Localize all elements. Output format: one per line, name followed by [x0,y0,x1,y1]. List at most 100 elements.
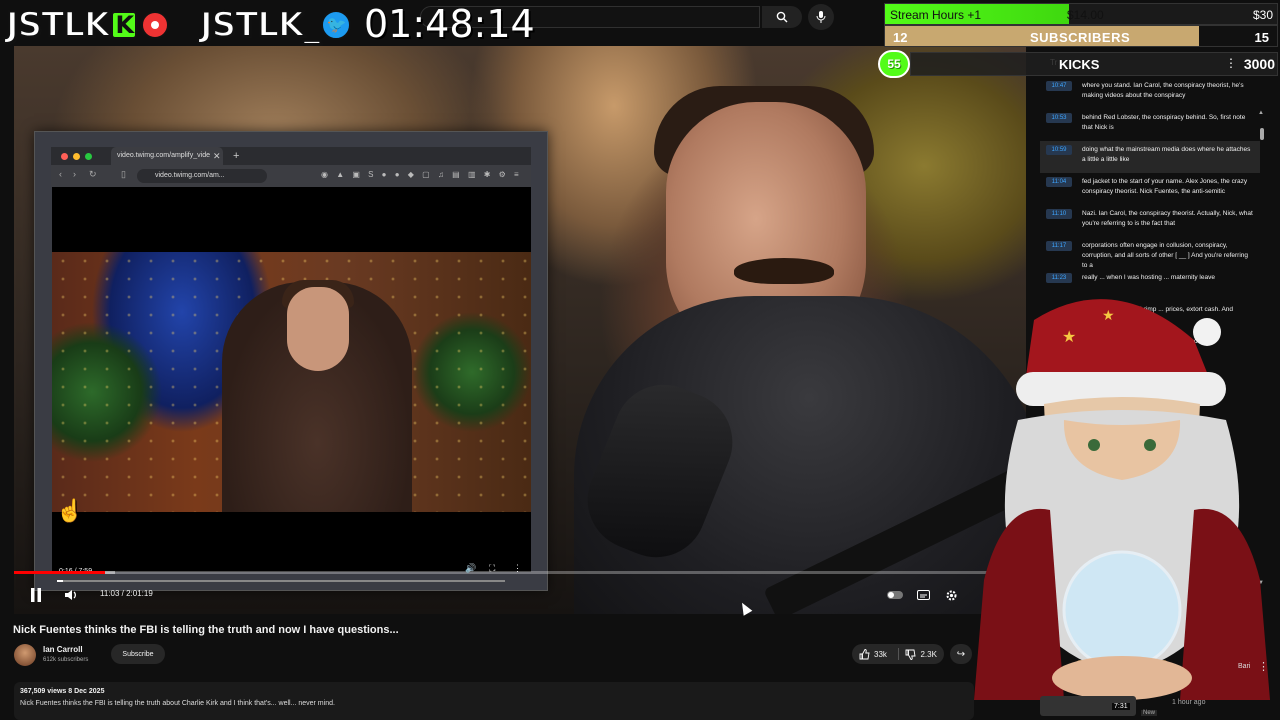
up-next-new-badge: New [1141,710,1158,716]
logo-text-2: JSTLK_ [199,4,321,46]
kicks-goal: KICKS ⋮ 3000 [910,52,1278,76]
presenter-face [287,287,349,371]
kick-logo-icon: K [111,11,138,39]
stream-hours-label: Stream Hours +1 [890,8,982,22]
thumbs-down-icon [906,649,917,660]
record-icon [141,11,170,39]
minimize-dot-icon[interactable] [73,153,80,160]
stream-hours-max: $30 [1252,8,1273,22]
transcript-text: behind Red Lobster, the conspiracy behin… [1082,114,1246,131]
santa-mascot-illustration: ★ ★ [974,299,1270,700]
jstlk-twitter-logo: JSTLK_ 🐦 [199,4,352,46]
up-next-more-icon[interactable]: ⋮ [1258,660,1269,673]
subscriber-goal-target: 15 [1254,30,1269,45]
search-button[interactable] [762,6,802,28]
transcript-timestamp[interactable]: 11:04 [1046,177,1072,187]
embedded-browser-window: video.twimg.com/amplify_vide ✕ + ‹ › ↻ ▯… [34,131,548,591]
transcript-scrollbar[interactable] [1260,128,1264,140]
up-next-time-ago: 1 hour ago [1172,699,1206,706]
browser-toolbar: ‹ › ↻ ▯ video.twimg.com/am... ◉ ▲ ▣ S ● … [51,165,531,187]
close-tab-icon[interactable]: ✕ [213,147,221,165]
embedded-video-progress[interactable] [57,580,505,582]
forward-icon[interactable]: › [73,169,76,179]
up-next-channel[interactable]: Bari [1238,663,1250,670]
like-button[interactable]: 33k [852,648,898,660]
christmas-background [52,252,531,512]
back-icon[interactable]: ‹ [59,169,62,179]
transcript-text: Nazi. Ian Carol, the conspiracy theorist… [1082,210,1253,227]
close-dot-icon[interactable] [61,153,68,160]
dislike-count: 2.3K [920,649,937,659]
subscribe-button[interactable]: Subscribe [111,644,165,664]
thumbs-up-icon [859,648,870,659]
svg-text:★: ★ [1102,308,1115,324]
bookmark-icon[interactable]: ▯ [121,169,126,180]
browser-tab-label: video.twimg.com/amplify_vide [117,152,210,159]
more-vert-icon[interactable]: ⋮ [1225,56,1237,70]
subscriber-goal: 12 SUBSCRIBERS 15 [884,25,1278,47]
player-time: 11:03 / 2:01:19 [100,589,153,598]
transcript-timestamp[interactable]: 10:47 [1046,81,1072,91]
scroll-up-icon[interactable]: ▲ [1258,110,1264,116]
channel-avatar[interactable] [14,644,36,666]
progress-played [14,571,106,574]
up-next-duration: 7:31 [1112,703,1130,710]
transcript-timestamp[interactable]: 10:53 [1046,113,1072,123]
reload-icon[interactable]: ↻ [89,169,97,180]
stream-timer: 01:48:14 [364,2,535,46]
search-icon [776,11,788,23]
dislike-button[interactable]: 2.3K [898,649,944,660]
pause-button[interactable] [26,585,46,605]
volume-icon [65,590,76,600]
description-box[interactable]: 367,509 views 8 Dec 2025 Nick Fuentes th… [14,682,974,720]
transcript-row[interactable]: 10:47 where you stand. Ian Carol, the con… [1040,77,1260,109]
stream-hours-amount: $14.00 [1067,8,1104,22]
stream-hours-goal: Stream Hours +1 $14.00 $30 [884,3,1278,25]
twitter-bird-icon: 🐦 [321,10,352,40]
transcript-row[interactable]: 11:17 corporations often engage in collus… [1040,237,1260,269]
kicks-label: KICKS [1059,57,1100,72]
like-count: 33k [874,649,887,659]
voice-search-button[interactable] [808,4,834,30]
new-tab-icon[interactable]: + [233,147,239,165]
transcript-row[interactable]: 11:10 Nazi. Ian Carol, the conspiracy the… [1040,205,1260,237]
views-and-date: 367,509 views 8 Dec 2025 [20,688,105,695]
logo-text: JSTLK [5,4,111,46]
embedded-video[interactable] [52,187,531,572]
browser-tab-strip: video.twimg.com/amplify_vide ✕ + [51,147,531,165]
kicks-count-badge: 55 [878,50,910,78]
streamer-mustache [734,258,834,284]
description-text: Nick Fuentes thinks the FBI is telling t… [20,700,335,707]
maximize-dot-icon[interactable] [85,153,92,160]
embedded-progress-fill [57,580,63,582]
microphone-icon [816,11,826,23]
subscriber-count: 612k subscribers [43,657,89,663]
extension-icons[interactable]: ◉ ▲ ▣ S ● ● ◆ ▢ ♫ ▤ ▥ ✱ ⚙ ≡ [321,170,522,179]
channel-name[interactable]: Ian Carroll [43,645,83,654]
jstlk-kick-logo: JSTLK K [5,4,170,46]
transcript-timestamp[interactable]: 11:17 [1046,241,1072,251]
transcript-timestamp[interactable]: 10:59 [1046,145,1072,155]
transcript-timestamp[interactable]: 11:10 [1046,209,1072,219]
mute-button[interactable] [62,585,82,605]
transcript-row[interactable]: 11:04 fed jacket to the start of your nam… [1040,173,1260,205]
svg-text:★: ★ [1062,327,1076,346]
address-text: video.twimg.com/am... [155,172,225,179]
hand-cursor-icon: ☝ [56,498,84,523]
settings-button[interactable] [942,585,960,605]
address-bar[interactable]: video.twimg.com/am... [137,169,267,183]
transcript-text: where you stand. Ian Carol, the conspira… [1082,82,1244,99]
kicks-target: 3000 [1243,56,1275,72]
captions-icon [916,590,930,600]
captions-button[interactable] [914,585,932,605]
transcript-row[interactable]: 10:53 behind Red Lobster, the conspiracy … [1040,109,1260,141]
screen: { "overlay": { "logo1_text": "JSTLK", "l… [0,0,1280,720]
gear-icon [946,590,956,600]
video-progress-bar[interactable] [14,571,1026,574]
subscriber-goal-label: SUBSCRIBERS [1030,30,1131,45]
transcript-text: fed jacket to the start of your name. Al… [1082,178,1248,195]
autoplay-toggle[interactable] [886,585,904,605]
browser-tab[interactable]: video.twimg.com/amplify_vide [111,147,223,165]
transcript-text: doing what the mainstream media does whe… [1082,146,1251,163]
transcript-row[interactable]: 10:59 doing what the mainstream media doe… [1040,141,1260,173]
